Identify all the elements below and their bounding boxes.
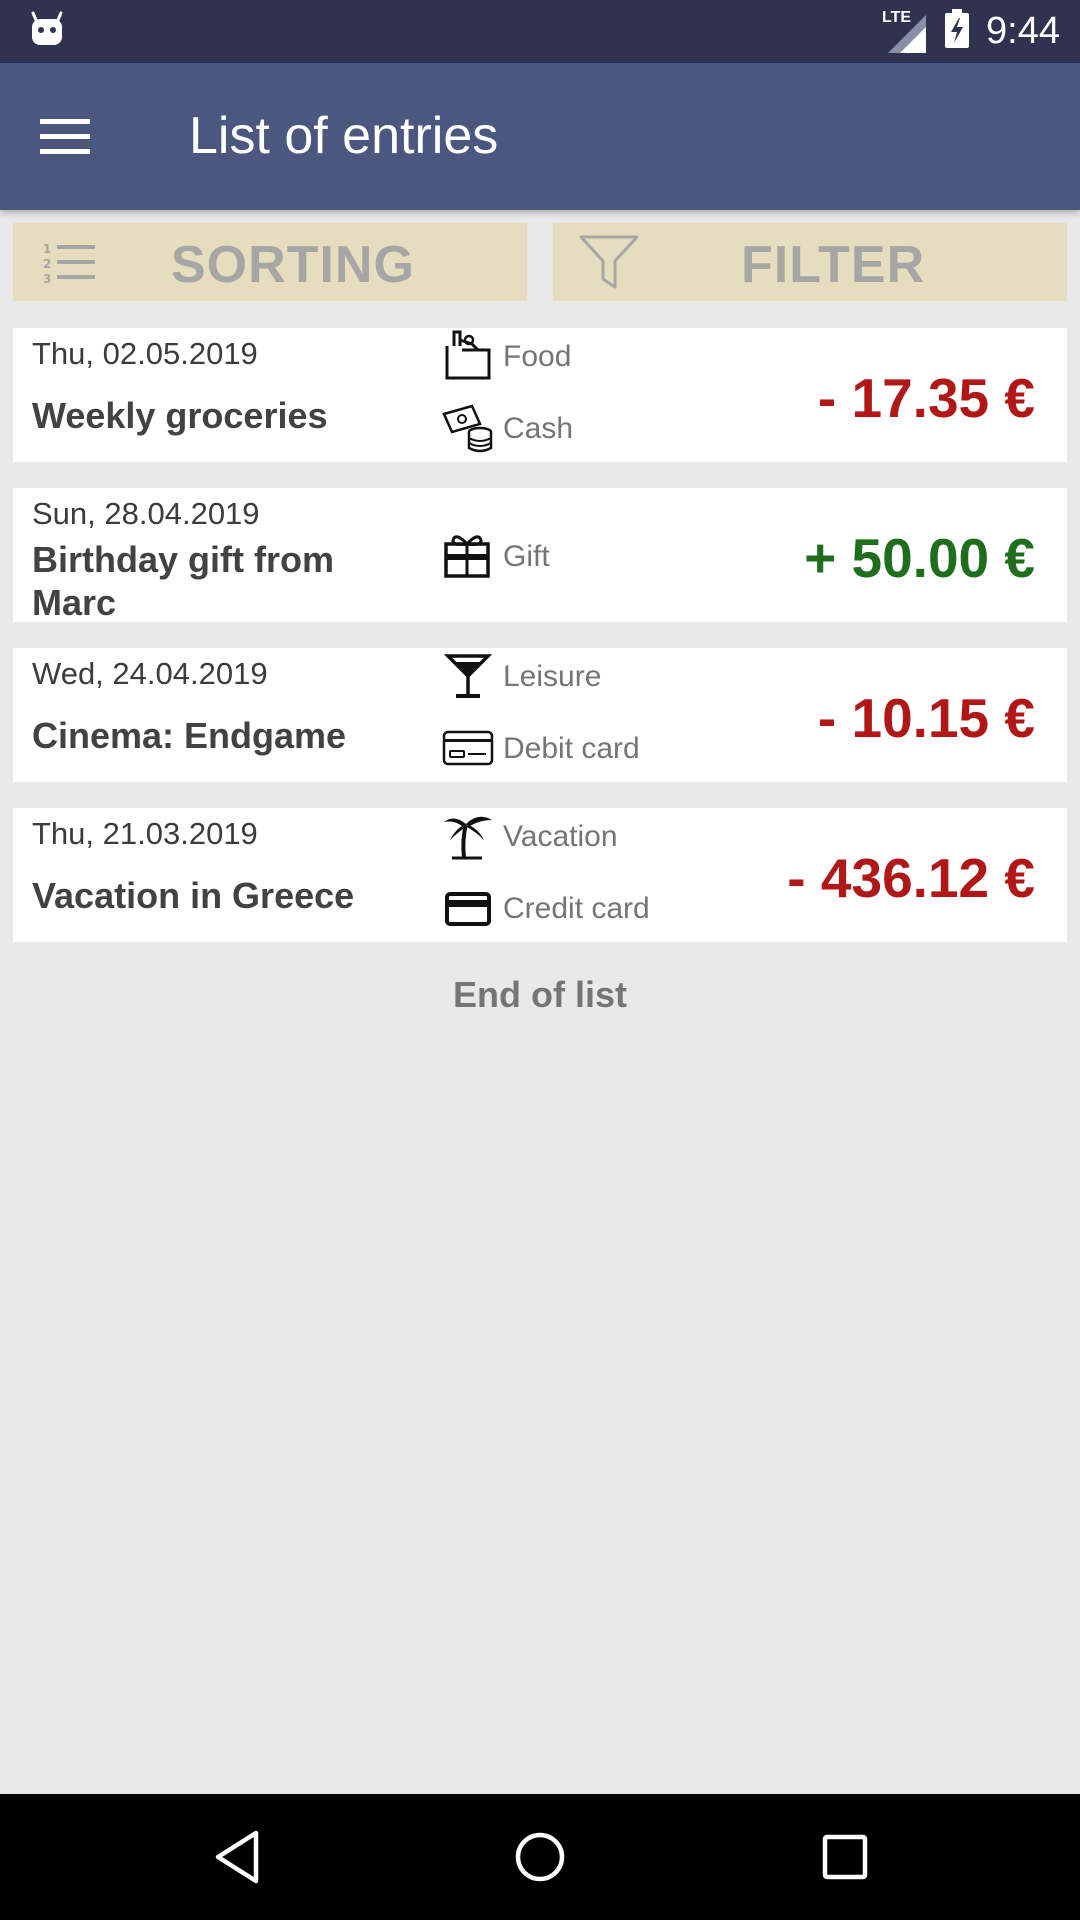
entry-category-label: Gift [503, 540, 550, 573]
palm-tree-icon [442, 810, 494, 862]
sort-list-icon: 1 2 3 [43, 240, 97, 300]
entry-description: Weekly groceries [32, 395, 328, 436]
credit-card-icon [442, 882, 494, 934]
cocktail-glass-icon [442, 650, 494, 702]
gift-icon [442, 530, 494, 582]
end-of-list-label: End of list [453, 974, 627, 1015]
entry-category-label: Food [503, 340, 572, 373]
entry-amount: - 10.15 € [817, 687, 1035, 749]
svg-text:3: 3 [43, 272, 51, 286]
entry-item[interactable]: Thu, 21.03.2019 Vacation in Greece Vacat… [13, 808, 1067, 942]
entry-description: Cinema: Endgame [32, 715, 347, 756]
entry-item[interactable]: Sun, 28.04.2019 Birthday gift from Marc … [13, 488, 1067, 624]
food-bag-icon [442, 328, 494, 380]
entry-amount: - 436.12 € [787, 847, 1035, 909]
entry-date: Thu, 21.03.2019 [32, 816, 258, 851]
cash-icon [442, 402, 494, 454]
app-bar: List of entries [0, 63, 1080, 210]
entry-amount: - 17.35 € [817, 367, 1035, 429]
entry-payment-label: Credit card [503, 892, 650, 925]
debit-card-icon [442, 722, 494, 774]
svg-text:2: 2 [43, 257, 51, 271]
system-navigation-bar [0, 1794, 1080, 1920]
page-title: List of entries [189, 107, 499, 165]
entry-date: Sun, 28.04.2019 [32, 496, 260, 531]
entry-description: Vacation in Greece [32, 875, 355, 916]
entry-description: Birthday gift from Marc [32, 539, 334, 624]
filter-button[interactable]: FILTER [553, 223, 1067, 301]
entry-category-label: Leisure [503, 660, 602, 693]
lte-signal-icon: LTE [882, 9, 928, 55]
back-icon[interactable] [212, 1829, 262, 1890]
entry-amount: + 50.00 € [804, 527, 1035, 589]
battery-charging-icon [944, 9, 970, 54]
entry-item[interactable]: Wed, 24.04.2019 Cinema: Endgame Leisure … [13, 648, 1067, 782]
home-icon[interactable] [514, 1829, 568, 1890]
hamburger-menu-icon[interactable] [40, 111, 106, 163]
sorting-button[interactable]: 1 2 3 SORTING [13, 223, 527, 301]
entry-date: Thu, 02.05.2019 [32, 336, 258, 371]
android-notification-icon [30, 10, 64, 51]
recents-icon[interactable] [820, 1829, 870, 1890]
sorting-label: SORTING [171, 236, 415, 294]
entry-category-label: Vacation [503, 820, 618, 853]
svg-text:1: 1 [43, 242, 51, 256]
funnel-icon [579, 233, 639, 304]
filter-label: FILTER [741, 236, 926, 294]
entry-payment-label: Debit card [503, 732, 640, 765]
entry-item[interactable]: Thu, 02.05.2019 Weekly groceries Food Ca… [13, 328, 1067, 462]
status-clock: 9:44 [986, 10, 1060, 52]
status-bar: LTE 9:44 [0, 0, 1080, 63]
entry-payment-label: Cash [503, 412, 574, 445]
entry-date: Wed, 24.04.2019 [32, 656, 268, 691]
